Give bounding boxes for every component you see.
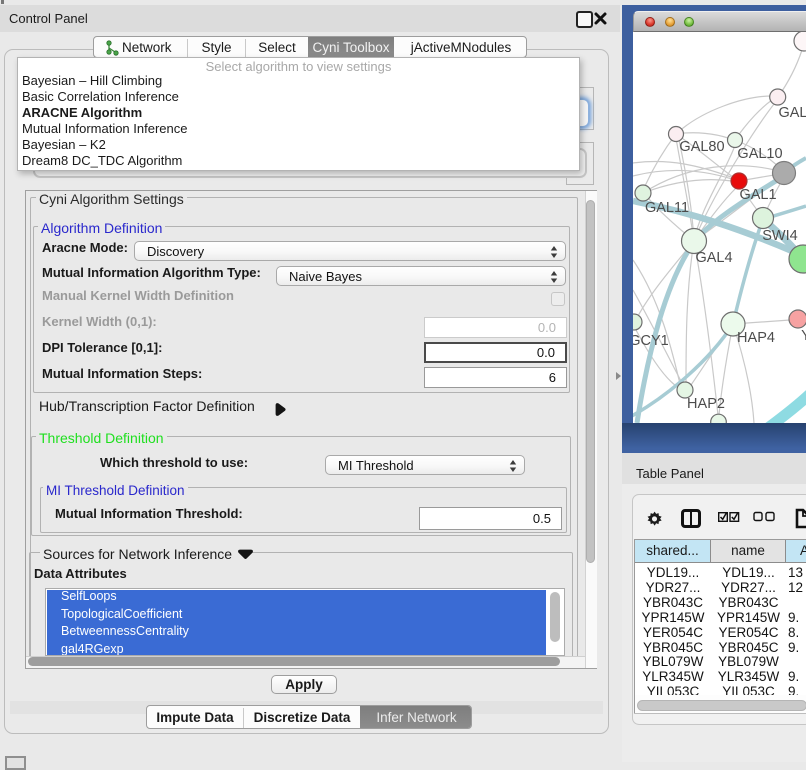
svg-text:GAL4: GAL4 [695, 250, 732, 266]
svg-text:SWI4: SWI4 [762, 228, 797, 244]
svg-text:HAP2: HAP2 [687, 396, 725, 412]
svg-text:GAL11: GAL11 [645, 200, 689, 216]
svg-text:Y: Y [801, 328, 806, 344]
svg-text:GAL1: GAL1 [739, 187, 776, 203]
svg-text:GCY1: GCY1 [633, 333, 669, 349]
svg-text:GAL10: GAL10 [737, 146, 782, 162]
svg-text:GAL80: GAL80 [679, 139, 724, 155]
svg-text:HAP4: HAP4 [737, 330, 775, 346]
svg-text:GAL2: GAL2 [778, 105, 806, 121]
